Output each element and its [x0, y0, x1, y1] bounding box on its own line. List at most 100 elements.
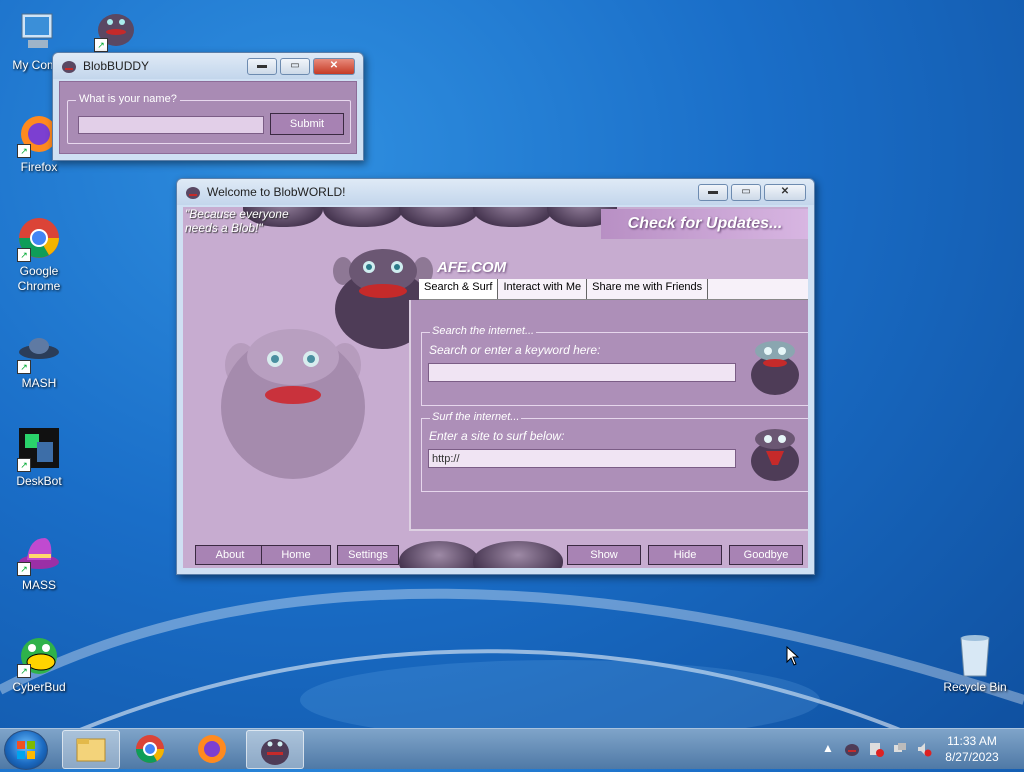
show-hidden-icons-icon[interactable]: ▲ [820, 741, 836, 757]
show-button[interactable]: Show [567, 545, 641, 565]
clock-time: 11:33 AM [947, 734, 997, 748]
blob-tray-icon[interactable] [844, 741, 860, 757]
search-hint: Search or enter a keyword here: [429, 343, 601, 357]
shortcut-arrow-icon: ↗ [17, 562, 31, 576]
desktop-icon-label: DeskBot [16, 474, 62, 488]
close-button[interactable]: ✕ [313, 57, 355, 75]
system-tray: ▲ 11:33 AM 8/27/2023 [816, 729, 1024, 769]
mouse-cursor-icon [786, 646, 800, 666]
title-bar[interactable]: BlobBUDDY ▬ ▭ ✕ [53, 53, 363, 79]
volume-muted-icon[interactable] [916, 741, 932, 757]
start-button[interactable] [4, 730, 48, 770]
action-center-icon[interactable] [868, 741, 884, 757]
desktop-icon-label-text: Google Chrome [17, 264, 61, 293]
desktop-icon-label: Recycle Bin [943, 680, 1007, 694]
taskbar-firefox[interactable] [184, 730, 240, 767]
submit-button[interactable]: Submit [270, 113, 344, 135]
desktop-icon-recycle-bin[interactable]: Recycle Bin [937, 630, 1013, 694]
decor-blob [323, 207, 403, 227]
network-icon[interactable] [892, 741, 908, 757]
slogan-line: needs a Blob!" [185, 221, 263, 235]
blobworld-window: Welcome to BlobWORLD! ▬ ▭ ✕ "Because eve… [176, 178, 815, 575]
surf-group: Surf the internet... Enter a site to sur… [421, 411, 808, 492]
blob-search-icon[interactable] [748, 339, 802, 397]
name-prompt: What is your name? [76, 93, 180, 105]
decor-blob [473, 541, 563, 568]
shortcut-arrow-icon: ↗ [17, 664, 31, 678]
deskbot-icon: ↗ [15, 424, 63, 472]
ufo-icon: ↗ [15, 326, 63, 374]
blob-icon [62, 61, 76, 73]
search-group-legend: Search the internet... [430, 325, 537, 337]
window-title: BlobBUDDY [83, 59, 150, 73]
logo-text: AFE.COM [437, 259, 507, 276]
shortcut-arrow-icon: ↗ [17, 144, 31, 158]
desktop-icon-label: MASS [21, 578, 56, 592]
shortcut-arrow-icon: ↗ [17, 248, 31, 262]
maximize-button[interactable]: ▭ [731, 183, 761, 201]
clock[interactable]: 11:33 AM 8/27/2023 [936, 733, 1008, 765]
computer-icon [14, 8, 62, 56]
settings-button[interactable]: Settings [337, 545, 399, 565]
title-bar[interactable]: Welcome to BlobWORLD! ▬ ▭ ✕ [177, 179, 814, 205]
search-input[interactable] [428, 363, 736, 382]
decor-blob [473, 207, 553, 227]
desktop-icon-deskbot[interactable]: ↗ DeskBot [1, 424, 77, 488]
close-button[interactable]: ✕ [764, 183, 806, 201]
taskbar-blobworld[interactable] [246, 730, 304, 769]
blob-icon [186, 187, 200, 199]
decor-blob [399, 207, 479, 227]
recycle-bin-icon [951, 630, 999, 678]
tab-interact[interactable]: Interact with Me [498, 279, 588, 299]
hat-icon: ↗ [15, 528, 63, 576]
search-group: Search the internet... Search or enter a… [421, 325, 808, 406]
name-group: What is your name? Submit [67, 93, 351, 144]
blob-icon: ↗ [92, 4, 140, 52]
desktop-icon-cyberbud[interactable]: ↗ CyberBud [1, 630, 77, 694]
taskbar-explorer[interactable] [62, 730, 120, 769]
slogan-line: "Because everyone [185, 207, 289, 221]
surf-hint: Enter a site to surf below: [429, 429, 565, 443]
desktop-icon-mass[interactable]: ↗ MASS [1, 528, 77, 592]
minimize-button[interactable]: ▬ [698, 183, 728, 201]
clock-date: 8/27/2023 [945, 750, 999, 764]
taskbar: ▲ 11:33 AM 8/27/2023 [0, 728, 1024, 770]
folder-icon [76, 738, 106, 762]
desktop-icon-label: Firefox [20, 160, 58, 174]
world-body: "Because everyone needs a Blob!" Check f… [183, 207, 808, 568]
taskbar-chrome[interactable] [122, 730, 178, 767]
decor-blob [399, 541, 479, 568]
tab-panel: Search the internet... Search or enter a… [409, 300, 808, 531]
home-button[interactable]: Home [261, 545, 331, 565]
desktop-icon-blob[interactable]: ↗ [78, 4, 154, 54]
tab-strip: Search & Surf Interact with Me Share me … [419, 279, 808, 300]
desktop-icon-label: Google Chrome [1, 264, 77, 294]
window-title: Welcome to BlobWORLD! [207, 185, 346, 199]
cyberbud-icon: ↗ [15, 630, 63, 678]
slogan: "Because everyone needs a Blob!" [185, 207, 289, 235]
goodbye-button[interactable]: Goodbye [729, 545, 803, 565]
buddy-body: What is your name? Submit [59, 81, 357, 154]
tab-share[interactable]: Share me with Friends [587, 279, 709, 299]
desktop-icon-mash[interactable]: ↗ MASH [1, 326, 77, 390]
blobbuddy-window: BlobBUDDY ▬ ▭ ✕ What is your name? Submi… [52, 52, 364, 161]
name-input[interactable] [78, 116, 264, 134]
blob-surf-icon[interactable] [748, 425, 802, 483]
shortcut-arrow-icon: ↗ [17, 458, 31, 472]
about-button[interactable]: About [195, 545, 265, 565]
url-input[interactable]: http:// [428, 449, 736, 468]
desktop-icon-label: MASH [21, 376, 57, 390]
desktop-icon-label: CyberBud [12, 680, 66, 694]
blob-icon [261, 739, 289, 765]
firefox-icon [198, 735, 226, 763]
desktop-icon-google-chrome[interactable]: ↗ Google Chrome [1, 214, 77, 294]
shortcut-arrow-icon: ↗ [17, 360, 31, 374]
chrome-icon: ↗ [15, 214, 63, 262]
surf-group-legend: Surf the internet... [430, 411, 522, 423]
minimize-button[interactable]: ▬ [247, 57, 277, 75]
tab-search-surf[interactable]: Search & Surf [419, 279, 499, 299]
chrome-icon [136, 735, 164, 763]
hide-button[interactable]: Hide [648, 545, 722, 565]
check-updates-button[interactable]: Check for Updates... [601, 209, 808, 239]
maximize-button[interactable]: ▭ [280, 57, 310, 75]
